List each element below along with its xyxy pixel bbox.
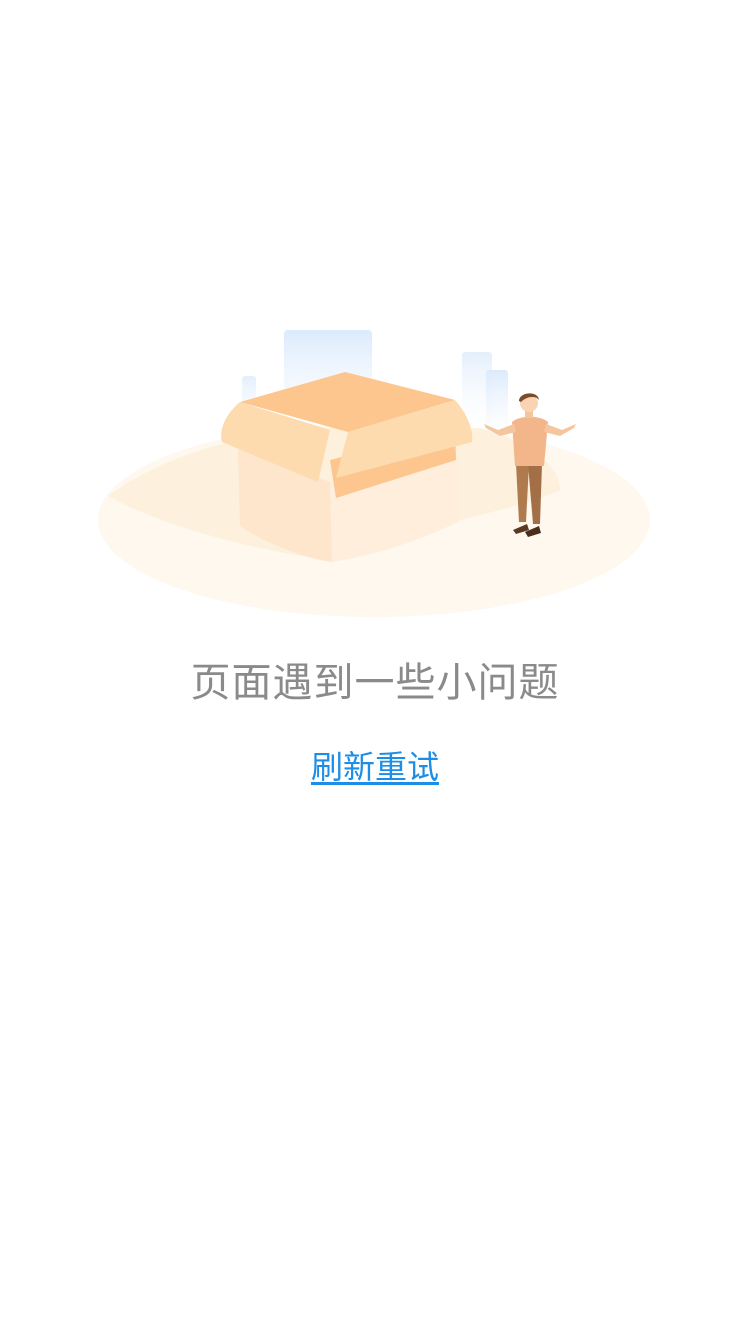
- retry-container: 刷新重试: [0, 745, 750, 789]
- error-page: 页面遇到一些小问题 刷新重试: [0, 0, 750, 1334]
- empty-box-illustration: [0, 300, 750, 640]
- refresh-retry-link[interactable]: 刷新重试: [311, 748, 439, 786]
- error-message: 页面遇到一些小问题: [190, 660, 560, 706]
